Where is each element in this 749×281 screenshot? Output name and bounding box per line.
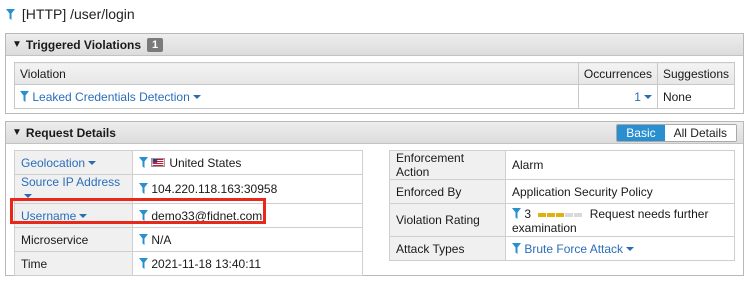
- us-flag-icon: [151, 157, 166, 167]
- filter-icon[interactable]: [6, 9, 15, 20]
- attack-types-cell: Brute Force Attack: [505, 236, 735, 261]
- triggered-violations-title: Triggered Violations: [25, 37, 142, 52]
- occurrences-cell: 1: [577, 84, 658, 109]
- request-details-right-table: Enforcement Action Alarm Enforced By App…: [389, 150, 735, 261]
- occurrences-link[interactable]: 1: [634, 90, 641, 104]
- rating-bar: [538, 213, 583, 217]
- violation-cell: Leaked Credentials Detection: [14, 84, 579, 109]
- table-header-row: Violation Occurrences Suggestions: [14, 62, 736, 85]
- username-value-cell: demo33@fidnet.com: [132, 203, 363, 228]
- enforced-by-label: Enforced By: [389, 179, 506, 204]
- violation-rating-cell: 3 Request needs further examination: [505, 203, 735, 237]
- filter-icon[interactable]: [20, 90, 29, 102]
- source-ip-value-cell: 104.220.118.163:30958: [132, 174, 363, 204]
- violation-rating-number: 3: [524, 207, 532, 221]
- username-value: demo33@fidnet.com: [151, 208, 263, 223]
- table-row: Enforcement Action Alarm: [389, 150, 735, 180]
- username-label[interactable]: Username: [21, 209, 76, 223]
- time-value: 2021-11-18 13:40:11: [151, 256, 261, 271]
- page-title: [HTTP] /user/login: [6, 6, 135, 22]
- table-row: Violation Rating 3 Request needs further…: [389, 203, 735, 237]
- geolocation-label-cell: Geolocation: [14, 150, 133, 175]
- rating-segment: [565, 213, 574, 217]
- filter-icon[interactable]: [139, 156, 148, 168]
- table-row: Microservice N/A: [14, 227, 363, 252]
- enforced-by-value: Application Security Policy: [505, 179, 735, 204]
- table-row: Source IP Address 104.220.118.163:30958: [14, 174, 363, 204]
- triggered-violations-panel: ▼ Triggered Violations 1 Violation Occur…: [5, 33, 744, 114]
- table-row: Username demo33@fidnet.com: [14, 203, 363, 228]
- violations-table: Violation Occurrences Suggestions Leaked…: [14, 62, 736, 109]
- view-basic-button[interactable]: Basic: [617, 125, 665, 141]
- geolocation-value: United States: [169, 155, 242, 170]
- filter-icon[interactable]: [139, 257, 148, 269]
- collapse-icon[interactable]: ▼: [12, 39, 22, 50]
- rating-segment: [538, 213, 547, 217]
- view-all-details-button[interactable]: All Details: [664, 125, 736, 141]
- view-toggle: Basic All Details: [616, 124, 737, 142]
- chevron-down-icon[interactable]: [88, 160, 97, 165]
- page-title-text: [HTTP] /user/login: [21, 6, 135, 22]
- violation-rating-text: Request needs further examination: [512, 207, 709, 235]
- column-header-violation[interactable]: Violation: [14, 62, 579, 85]
- table-row: Time 2021-11-18 13:40:11: [14, 251, 363, 276]
- filter-icon[interactable]: [512, 208, 521, 219]
- attack-types-link[interactable]: Brute Force Attack: [524, 242, 623, 256]
- geolocation-label[interactable]: Geolocation: [21, 156, 85, 170]
- table-row: Attack Types Brute Force Attack: [389, 236, 735, 261]
- microservice-label-cell: Microservice: [14, 227, 133, 252]
- collapse-icon[interactable]: ▼: [12, 127, 22, 138]
- triggered-violations-header[interactable]: ▼ Triggered Violations 1: [6, 34, 743, 56]
- enforcement-action-value: Alarm: [505, 150, 735, 180]
- table-row: Leaked Credentials Detection 1 None: [14, 84, 736, 109]
- chevron-down-icon[interactable]: [79, 213, 88, 218]
- rating-segment: [574, 213, 583, 217]
- chevron-down-icon[interactable]: [643, 94, 652, 99]
- violation-rating-label: Violation Rating: [389, 203, 506, 237]
- table-row: Enforced By Application Security Policy: [389, 179, 735, 204]
- time-value-cell: 2021-11-18 13:40:11: [132, 251, 363, 276]
- chevron-down-icon[interactable]: [24, 194, 32, 198]
- table-row: Geolocation United States: [14, 150, 363, 175]
- attack-types-label: Attack Types: [389, 236, 506, 261]
- source-ip-label-cell: Source IP Address: [14, 174, 133, 204]
- microservice-value: N/A: [151, 232, 172, 247]
- violation-count-badge: 1: [147, 37, 164, 52]
- column-header-occurrences[interactable]: Occurrences: [577, 62, 658, 85]
- request-details-header[interactable]: ▼ Request Details Basic All Details: [6, 122, 743, 144]
- violation-link[interactable]: Leaked Credentials Detection: [32, 90, 189, 104]
- source-ip-label[interactable]: Source IP Address: [21, 175, 120, 189]
- request-details-panel: ▼ Request Details Basic All Details Geol…: [5, 121, 744, 276]
- time-label-cell: Time: [14, 251, 133, 276]
- rating-segment: [556, 213, 565, 217]
- microservice-value-cell: N/A: [132, 227, 363, 252]
- source-ip-value: 104.220.118.163:30958: [151, 182, 278, 196]
- username-label-cell: Username: [14, 203, 133, 228]
- enforcement-action-label: Enforcement Action: [389, 150, 506, 180]
- geolocation-value-cell: United States: [132, 150, 363, 175]
- rating-segment: [547, 213, 556, 217]
- column-header-suggestions[interactable]: Suggestions: [656, 62, 736, 85]
- request-details-left-table: Geolocation United States Source IP Addr…: [14, 150, 363, 276]
- suggestions-cell: None: [656, 84, 736, 109]
- filter-icon[interactable]: [139, 183, 148, 194]
- chevron-down-icon[interactable]: [626, 246, 635, 251]
- filter-icon[interactable]: [139, 233, 148, 245]
- chevron-down-icon[interactable]: [192, 94, 201, 99]
- filter-icon[interactable]: [512, 242, 521, 254]
- request-details-title: Request Details: [25, 125, 116, 140]
- filter-icon[interactable]: [139, 209, 148, 221]
